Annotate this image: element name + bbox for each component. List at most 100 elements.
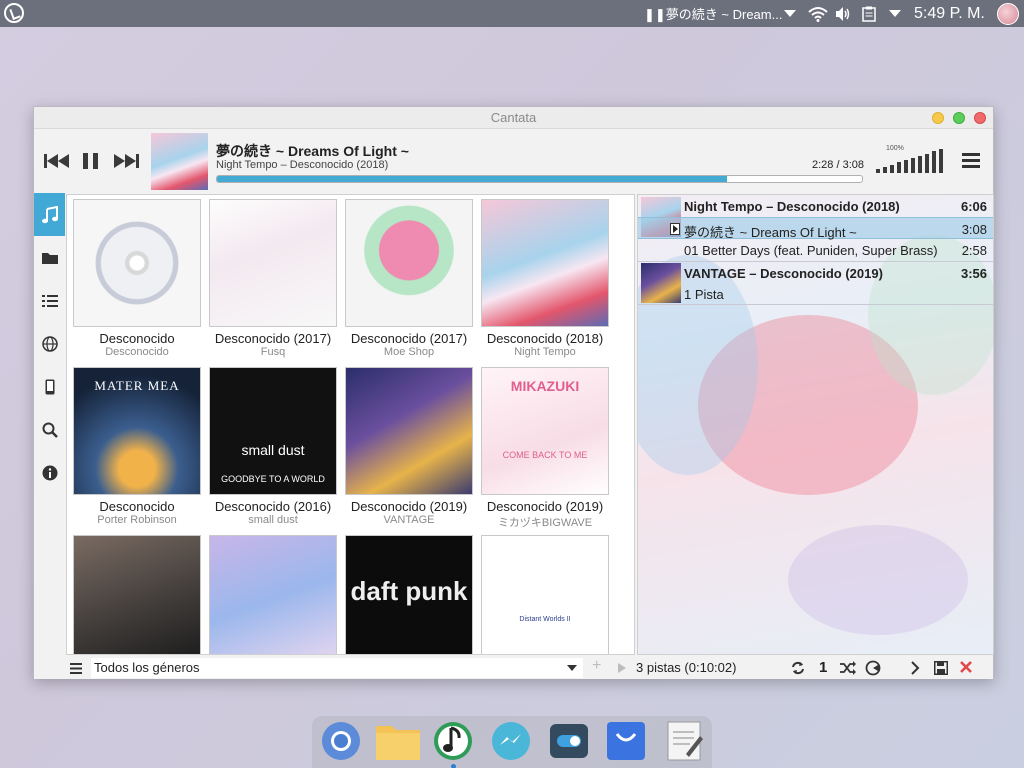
sidebar-item-library[interactable] (34, 193, 65, 236)
user-avatar[interactable] (997, 0, 1019, 27)
cantata-window: Cantata 夢の続き ~ Dreams Of Light ~ Night T… (33, 106, 994, 679)
album-title: Desconocido (2017) (350, 331, 468, 346)
album-item[interactable]: Desconocido (2017) Fusq (208, 199, 338, 358)
system-dropdown[interactable] (889, 0, 901, 27)
sidebar-item-devices[interactable] (34, 365, 65, 408)
album-title: Desconocido (99, 499, 175, 514)
minimize-button[interactable] (932, 112, 944, 124)
view-menu-icon[interactable] (70, 662, 82, 677)
clear-playlist-icon[interactable] (960, 661, 972, 676)
current-cover-art[interactable] (151, 133, 208, 190)
sidebar-item-folders[interactable] (34, 236, 65, 279)
maximize-button[interactable] (953, 112, 965, 124)
pause-button[interactable] (82, 151, 100, 171)
volume-slider[interactable]: 100% (876, 145, 952, 173)
album-cover-art (345, 367, 473, 495)
genre-combobox[interactable]: Todos los géneros (91, 658, 583, 678)
album-item[interactable] (72, 535, 202, 654)
album-art-text: MIKAZUKI (510, 378, 580, 394)
album-item[interactable]: Desconocido (2017) Moe Shop (344, 199, 474, 358)
playlist-track-row[interactable]: 1 Pista (638, 283, 993, 305)
group-title: VANTAGE – Desconocido (2019) (684, 266, 883, 281)
volume-icon[interactable] (835, 0, 851, 27)
single-track-toggle[interactable]: 1 (819, 659, 827, 676)
list-icon (41, 294, 58, 307)
dock (312, 716, 712, 768)
now-playing-indicator[interactable]: ❚❚夢の続き ~ Dream... (644, 0, 782, 27)
album-item[interactable]: small dust GOODBYE TO A WORLD Desconocido … (208, 367, 338, 526)
album-artist: small dust (248, 514, 298, 526)
album-artist: Moe Shop (383, 346, 435, 358)
info-icon (42, 465, 57, 480)
album-title: Desconocido (2016) (214, 499, 332, 514)
chevron-down-icon (889, 10, 901, 17)
sidebar-item-internet[interactable] (34, 322, 65, 365)
close-button[interactable] (974, 112, 986, 124)
album-cover-art (345, 199, 473, 327)
play-queue[interactable]: Night Tempo – Desconocido (2018) 6:06 夢の… (637, 194, 994, 655)
next-icon (114, 154, 139, 168)
sidebar-item-info[interactable] (34, 451, 65, 494)
album-cover-art (209, 199, 337, 327)
playlist-group-header[interactable]: Night Tempo – Desconocido (2018) 6:06 (638, 195, 993, 217)
notepad-icon[interactable] (664, 720, 706, 762)
title-bar[interactable]: Cantata (34, 107, 993, 129)
top-panel: ❚❚夢の続き ~ Dream... 5:49 P. M. (0, 0, 1024, 27)
group-title: Night Tempo – Desconocido (2018) (684, 199, 900, 214)
album-cover-art: Distant Worlds II (481, 535, 609, 654)
settings-toggle-icon[interactable] (548, 720, 590, 762)
chromium-icon[interactable] (320, 720, 362, 762)
volume-level-bar (897, 162, 901, 173)
previous-button[interactable] (44, 151, 70, 171)
album-item[interactable]: Desconocido (2018) Night Tempo (480, 199, 610, 358)
track-progress-slider[interactable] (216, 175, 863, 183)
album-art-text: daft punk (350, 576, 468, 606)
add-to-playlist-icon[interactable]: + (592, 657, 601, 675)
play-indicator-icon (670, 223, 680, 235)
play-selection-icon[interactable] (618, 663, 626, 673)
sidebar-item-playlists[interactable] (34, 279, 65, 322)
folder-icon[interactable] (375, 720, 420, 762)
album-title: Desconocido (2019) (486, 499, 604, 514)
messenger-icon[interactable] (490, 720, 532, 762)
next-button[interactable] (114, 151, 140, 171)
playlist-group-header[interactable]: VANTAGE – Desconocido (2019) 3:56 (638, 261, 993, 283)
album-item[interactable]: Distant Worlds II (480, 535, 610, 654)
track-duration: 3:08 (961, 222, 987, 237)
track-duration: 2:58 (961, 243, 987, 258)
save-playlist-icon[interactable] (934, 661, 948, 678)
volume-level-bar (876, 169, 880, 173)
playlist-track-row[interactable]: 夢の続き ~ Dreams Of Light ~ 3:08 (638, 217, 993, 240)
track-time: 2:28 / 3:08 (812, 159, 864, 171)
wifi-icon[interactable] (808, 0, 828, 27)
playlist-track-row[interactable]: 01 Better Days (feat. Puniden, Super Bra… (638, 239, 993, 261)
search-icon (42, 422, 58, 438)
now-playing-dropdown[interactable] (784, 0, 796, 27)
volume-label: 100% (886, 145, 904, 152)
globe-icon (41, 335, 58, 352)
store-bag-icon[interactable] (605, 720, 647, 762)
chevron-right-icon[interactable] (910, 661, 920, 678)
clipboard-icon[interactable] (862, 0, 876, 27)
album-item[interactable] (208, 535, 338, 654)
sidebar-item-search[interactable] (34, 408, 65, 451)
repeat-icon[interactable] (791, 661, 805, 678)
album-item[interactable]: daft punk (344, 535, 474, 654)
progress-fill (217, 176, 727, 182)
main-menu-icon[interactable] (962, 153, 980, 169)
clock[interactable]: 5:49 P. M. (914, 0, 985, 27)
album-item[interactable]: Desconocido Desconocido (72, 199, 202, 358)
music-player-icon[interactable] (432, 720, 474, 768)
album-cover-art (481, 199, 609, 327)
consume-mode-icon[interactable] (865, 660, 881, 679)
shuffle-icon[interactable] (840, 661, 856, 678)
album-item[interactable]: MIKAZUKI COME BACK TO ME Desconocido (2019… (480, 367, 610, 530)
album-grid[interactable]: Desconocido Desconocido Desconocido (2017)… (66, 194, 635, 655)
album-item[interactable]: MATER MEA Desconocido Porter Robinson (72, 367, 202, 526)
launcher-icon[interactable] (4, 3, 24, 23)
album-artist: Night Tempo (514, 346, 576, 358)
current-track-title: 夢の続き ~ Dreams Of Light ~ (216, 143, 409, 159)
album-artist: VANTAGE (383, 514, 435, 526)
volume-level-bar (932, 151, 936, 173)
album-item[interactable]: Desconocido (2019) VANTAGE (344, 367, 474, 526)
